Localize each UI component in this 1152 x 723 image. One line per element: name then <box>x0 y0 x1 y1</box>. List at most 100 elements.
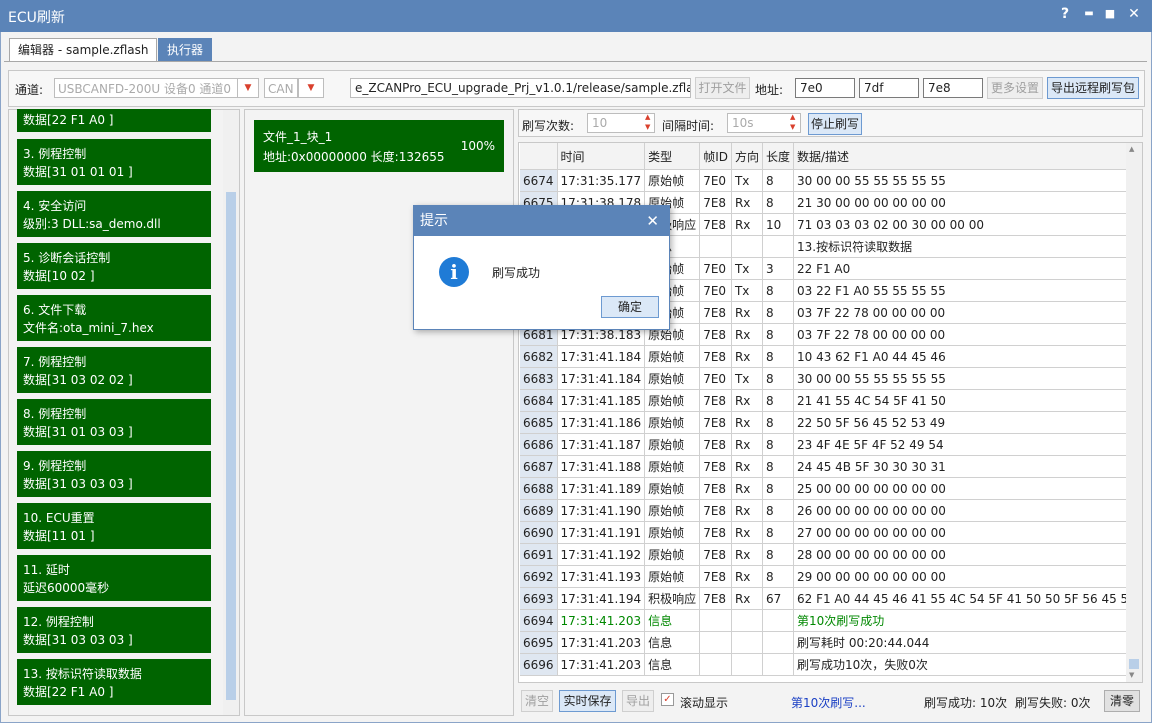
step-item[interactable]: 8. 例程控制 数据[31 01 03 03 ] <box>17 399 211 445</box>
log-cell-len: 10 <box>762 213 795 236</box>
step-item[interactable]: 5. 诊断会话控制 数据[10 02 ] <box>17 243 211 289</box>
log-row[interactable]: 6686 17:31:41.187 原始帧 7E8 Rx 8 23 4F 4E 5F 4F … <box>520 433 1142 456</box>
interval-label: 间隔时间: <box>662 119 715 133</box>
step-item[interactable]: 9. 例程控制 数据[31 03 03 03 ] <box>17 451 211 497</box>
log-cell-type: 原始帧 <box>644 345 701 368</box>
log-row[interactable]: 6696 17:31:41.203 信息 刷写成功10次，失败0次 <box>520 653 1142 676</box>
device-select[interactable]: USBCANFD-200U 设备0 通道0 <box>54 78 238 98</box>
step-item[interactable]: 3. 例程控制 数据[31 01 01 01 ] <box>17 139 211 185</box>
log-scrollbar-thumb[interactable] <box>1129 659 1139 669</box>
column-header[interactable]: 时间 <box>557 143 646 170</box>
dialog-close-icon[interactable]: ✕ <box>646 206 659 236</box>
log-cell-data: 03 7F 22 78 00 00 00 00 <box>793 301 1142 324</box>
log-cell-time: 17:31:41.194 <box>557 587 646 610</box>
step-item[interactable]: 4. 安全访问 级别:3 DLL:sa_demo.dll <box>17 191 211 237</box>
protocol-select[interactable]: CAN <box>264 78 298 98</box>
tab-editor[interactable]: 编辑器 - sample.zflash <box>9 38 158 62</box>
steps-scrollbar-thumb[interactable] <box>226 192 236 700</box>
log-row[interactable]: 6685 17:31:41.186 原始帧 7E8 Rx 8 22 50 5F 56 45 … <box>520 411 1142 434</box>
log-cell-data: 22 50 5F 56 45 52 53 49 <box>793 411 1142 434</box>
minimize-icon[interactable]: ▬ <box>1080 8 1098 19</box>
export-button[interactable]: 导出 <box>622 690 654 712</box>
log-row[interactable]: 6693 17:31:41.194 积极响应 7E8 Rx 67 62 F1 A0 44 4… <box>520 587 1142 610</box>
log-cell-len: 8 <box>762 301 795 324</box>
log-cell-id: 7E8 <box>699 323 732 346</box>
interval-spinner-icon[interactable]: ▲ ▼ <box>790 112 795 132</box>
more-settings-button[interactable]: 更多设置 <box>987 77 1043 99</box>
tab-executor[interactable]: 执行器 <box>158 38 213 62</box>
log-row[interactable]: 6688 17:31:41.189 原始帧 7E8 Rx 8 25 00 00 00 00 … <box>520 477 1142 500</box>
scroll-display-checkbox[interactable]: ✓ <box>661 693 674 706</box>
steps-scrollbar[interactable] <box>223 110 239 715</box>
dialog-ok-button[interactable]: 确定 <box>601 296 659 318</box>
file-block[interactable]: 文件_1_块_1 地址:0x00000000 长度:132655 100% <box>254 120 504 172</box>
log-row[interactable]: 6691 17:31:41.192 原始帧 7E8 Rx 8 28 00 00 00 00 … <box>520 543 1142 566</box>
maximize-icon[interactable]: ■ <box>1101 7 1119 20</box>
log-cell-type: 原始帧 <box>644 169 701 192</box>
close-icon[interactable]: ✕ <box>1125 6 1143 22</box>
step-item[interactable]: 10. ECU重置 数据[11 01 ] <box>17 503 211 549</box>
log-cell-time: 17:31:41.184 <box>557 367 646 390</box>
address-input-3[interactable]: 7e8 <box>923 78 983 98</box>
log-cell-id: 7E8 <box>699 433 732 456</box>
file-path-input[interactable]: e_ZCANPro_ECU_upgrade_Prj_v1.0.1/release… <box>350 78 691 98</box>
log-cell-time: 17:31:41.188 <box>557 455 646 478</box>
log-row[interactable]: 6689 17:31:41.190 原始帧 7E8 Rx 8 26 00 00 00 00 … <box>520 499 1142 522</box>
address-input-2[interactable]: 7df <box>859 78 919 98</box>
device-dropdown-icon[interactable]: ▼ <box>237 78 259 98</box>
log-scrollbar[interactable]: ▲ ▼ <box>1126 143 1142 682</box>
address-input-1[interactable]: 7e0 <box>795 78 855 98</box>
step-item[interactable]: 7. 例程控制 数据[31 03 02 02 ] <box>17 347 211 393</box>
help-icon[interactable]: ? <box>1056 6 1074 22</box>
column-header[interactable]: 长度 <box>762 143 795 170</box>
log-row[interactable]: 6695 17:31:41.203 信息 刷写耗时 00:20:44.044 <box>520 631 1142 654</box>
log-row[interactable]: 6687 17:31:41.188 原始帧 7E8 Rx 8 24 45 4B 5F 30 … <box>520 455 1142 478</box>
step-item[interactable]: 数据[22 F1 A0 ] <box>17 109 211 132</box>
log-cell-id: 7E8 <box>699 565 732 588</box>
log-cell-dir: Rx <box>731 521 763 544</box>
column-header[interactable]: 帧ID <box>699 143 732 170</box>
log-cell-dir: Rx <box>731 191 763 214</box>
log-row[interactable]: 6692 17:31:41.193 原始帧 7E8 Rx 8 29 00 00 00 00 … <box>520 565 1142 588</box>
step-item[interactable]: 12. 例程控制 数据[31 03 03 03 ] <box>17 607 211 653</box>
log-cell-id: 7E8 <box>699 191 732 214</box>
log-row[interactable]: 6682 17:31:41.184 原始帧 7E8 Rx 8 10 43 62 F1 A0 … <box>520 345 1142 368</box>
row-number: 6684 <box>520 389 558 412</box>
file-block-name: 文件_1_块_1 <box>263 130 333 144</box>
export-remote-package-button[interactable]: 导出远程刷写包 <box>1047 77 1139 99</box>
step-item[interactable]: 11. 延时 延迟60000毫秒 <box>17 555 211 601</box>
log-row[interactable]: 6684 17:31:41.185 原始帧 7E8 Rx 8 21 41 55 4C 54 … <box>520 389 1142 412</box>
protocol-dropdown-icon[interactable]: ▼ <box>298 78 324 98</box>
log-row[interactable]: 6690 17:31:41.191 原始帧 7E8 Rx 8 27 00 00 00 00 … <box>520 521 1142 544</box>
scroll-up-icon[interactable]: ▲ <box>1129 145 1134 153</box>
log-cell-data: 71 03 03 03 02 00 30 00 00 00 <box>793 213 1142 236</box>
step-item[interactable]: 6. 文件下载 文件名:ota_mini_7.hex <box>17 295 211 341</box>
step-item[interactable]: 13. 按标识符读取数据 数据[22 F1 A0 ] <box>17 659 211 705</box>
log-cell-time: 17:31:41.187 <box>557 433 646 456</box>
log-cell-time: 17:31:41.184 <box>557 345 646 368</box>
scroll-down-icon[interactable]: ▼ <box>1129 671 1134 679</box>
log-cell-type: 原始帧 <box>644 367 701 390</box>
reset-counter-button[interactable]: 清零 <box>1104 690 1140 712</box>
log-cell-data: 30 00 00 55 55 55 55 55 <box>793 367 1142 390</box>
flash-count-spinner-icon[interactable]: ▲ ▼ <box>645 112 650 132</box>
column-header[interactable]: 方向 <box>731 143 763 170</box>
realtime-save-button[interactable]: 实时保存 <box>559 690 616 712</box>
step-detail: 数据[31 01 01 01 ] <box>23 165 133 179</box>
log-cell-dir: Rx <box>731 411 763 434</box>
clear-button[interactable]: 清空 <box>521 690 553 712</box>
stop-flash-button[interactable]: 停止刷写 <box>808 113 862 135</box>
log-row[interactable]: 6683 17:31:41.184 原始帧 7E0 Tx 8 30 00 00 55 55 … <box>520 367 1142 390</box>
column-header[interactable]: 数据/描述 <box>793 143 1142 170</box>
log-row[interactable]: 6674 17:31:35.177 原始帧 7E0 Tx 8 30 00 00 55 55 … <box>520 169 1142 192</box>
column-header[interactable]: 类型 <box>644 143 701 170</box>
step-detail: 文件名:ota_mini_7.hex <box>23 321 154 335</box>
open-file-button[interactable]: 打开文件 <box>695 77 750 99</box>
log-cell-time: 17:31:35.177 <box>557 169 646 192</box>
log-cell-type: 原始帧 <box>644 389 701 412</box>
row-number: 6696 <box>520 653 558 676</box>
log-cell-type: 原始帧 <box>644 411 701 434</box>
row-number: 6682 <box>520 345 558 368</box>
step-title: 11. 延时 <box>23 563 70 577</box>
log-row[interactable]: 6694 17:31:41.203 信息 第10次刷写成功 <box>520 609 1142 632</box>
